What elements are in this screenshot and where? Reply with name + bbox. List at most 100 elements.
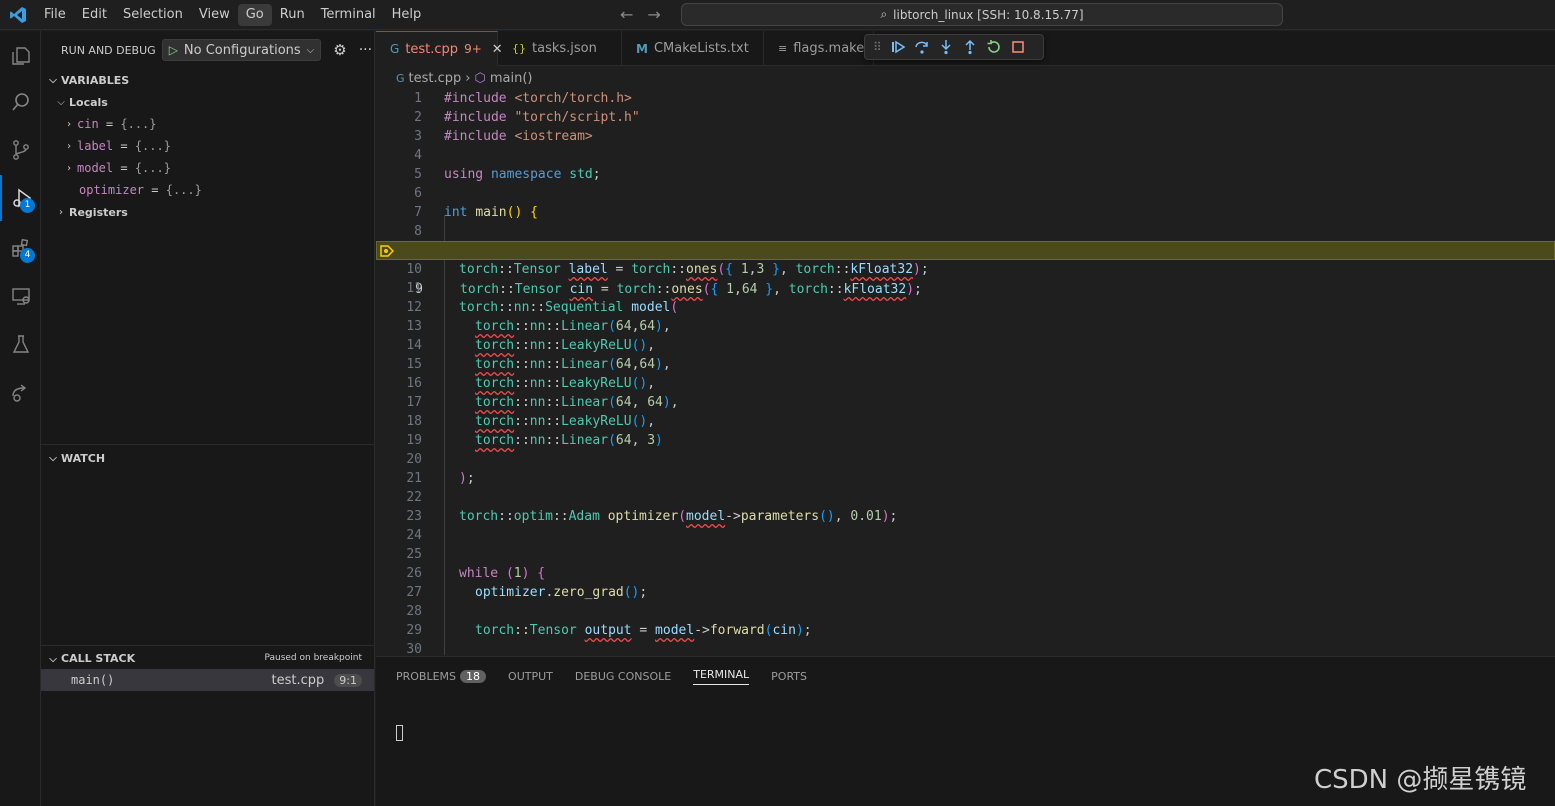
menu-go[interactable]: Go bbox=[237, 3, 272, 26]
json-icon: {} bbox=[512, 42, 526, 55]
chevron-down-icon: ⌵ bbox=[49, 653, 57, 665]
variable-row[interactable]: › cin = {...} bbox=[41, 113, 374, 135]
search-icon[interactable] bbox=[0, 79, 41, 125]
line-number: 23 bbox=[406, 509, 422, 524]
variable-row[interactable]: › label = {...} bbox=[41, 135, 374, 157]
line-code: ); bbox=[459, 471, 475, 486]
step-out-icon[interactable] bbox=[962, 39, 978, 55]
code-line: 10 torch::Tensor label = torch::ones({ 1,… bbox=[376, 260, 1555, 279]
live-share-icon[interactable] bbox=[0, 369, 41, 415]
line-number: 11 bbox=[406, 281, 422, 296]
search-icon: ⌕ bbox=[880, 7, 888, 21]
menu-bar: File Edit Selection View Go Run Terminal… bbox=[36, 0, 429, 30]
line-code: torch::Tensor output = model->forward(ci… bbox=[475, 623, 812, 638]
gear-icon[interactable]: ⚙ bbox=[333, 41, 346, 59]
variable-equals: = bbox=[113, 161, 135, 175]
chevron-down-icon: ⌵ bbox=[306, 44, 315, 56]
line-number: 3 bbox=[414, 129, 422, 144]
activity-bar: 1 4 bbox=[0, 31, 41, 806]
tab-tasks-json[interactable]: {} tasks.json bbox=[498, 31, 622, 66]
extensions-icon[interactable]: 4 bbox=[0, 225, 41, 271]
tab-label: test.cpp bbox=[405, 41, 459, 57]
line-code: torch::nn::Linear(64, 3) bbox=[475, 433, 663, 448]
line-number: 25 bbox=[406, 547, 422, 562]
terminal-cursor[interactable] bbox=[396, 725, 403, 741]
line-code: using namespace std; bbox=[444, 167, 601, 182]
run-debug-icon[interactable]: 1 bbox=[0, 175, 41, 221]
continue-icon[interactable] bbox=[890, 39, 906, 55]
variable-equals: = bbox=[98, 117, 121, 131]
vscode-logo-icon bbox=[0, 0, 36, 30]
code-line: 22 bbox=[376, 488, 1555, 507]
line-code: #include <torch/torch.h> bbox=[444, 91, 632, 106]
line-number: 7 bbox=[414, 205, 422, 220]
menu-help[interactable]: Help bbox=[384, 4, 430, 26]
more-actions-icon[interactable]: ··· bbox=[359, 42, 372, 58]
chevron-right-icon: › bbox=[59, 206, 63, 218]
cmake-icon: M bbox=[636, 41, 648, 56]
callstack-status: Paused on breakpoint bbox=[264, 653, 362, 663]
run-and-debug-sidebar: RUN AND DEBUG ▷ No Configurations ⌵ ⚙ ··… bbox=[41, 31, 375, 806]
menu-file[interactable]: File bbox=[36, 4, 74, 26]
breadcrumb-symbol[interactable]: main() bbox=[490, 71, 533, 86]
variable-row[interactable]: optimizer = {...} bbox=[41, 179, 374, 201]
restart-icon[interactable] bbox=[986, 39, 1002, 55]
stack-frame-position: 9:1 bbox=[334, 673, 362, 687]
explorer-icon[interactable] bbox=[0, 33, 41, 79]
back-arrow-icon[interactable]: ← bbox=[620, 5, 633, 24]
step-into-icon[interactable] bbox=[938, 39, 954, 55]
tab-test-cpp[interactable]: G test.cpp 9+ ✕ bbox=[376, 31, 503, 66]
menu-terminal[interactable]: Terminal bbox=[313, 4, 384, 26]
line-number: 22 bbox=[406, 490, 422, 505]
code-line: 15 torch::nn::Linear(64,64), bbox=[376, 355, 1555, 374]
code-editor[interactable]: 1 #include <torch/torch.h> 2 #include "tor… bbox=[376, 89, 1555, 655]
chevron-down-icon: ⌵ bbox=[49, 74, 57, 86]
code-line: 8 bbox=[376, 222, 1555, 241]
tab-output[interactable]: OUTPUT bbox=[508, 670, 553, 683]
breadcrumb-file[interactable]: test.cpp bbox=[409, 71, 462, 86]
command-center[interactable]: ⌕ libtorch_linux [SSH: 10.8.15.77] bbox=[681, 3, 1283, 26]
line-code: torch::optim::Adam optimizer(model->para… bbox=[459, 509, 898, 524]
step-over-icon[interactable] bbox=[914, 39, 930, 55]
tab-terminal[interactable]: TERMINAL bbox=[693, 668, 750, 685]
variables-section-header[interactable]: ⌵ VARIABLES bbox=[41, 69, 374, 91]
line-number: 6 bbox=[414, 186, 422, 201]
stack-frame-row[interactable]: main() test.cpp 9:1 bbox=[41, 669, 374, 691]
code-line: 23 torch::optim::Adam optimizer(model->pa… bbox=[376, 507, 1555, 526]
stack-frame-file: test.cpp bbox=[271, 672, 325, 688]
tab-cmakelists[interactable]: M CMakeLists.txt bbox=[622, 31, 764, 66]
file-lines-icon: ≡ bbox=[778, 42, 788, 55]
line-number: 13 bbox=[406, 319, 422, 334]
source-control-icon[interactable] bbox=[0, 127, 41, 173]
menu-view[interactable]: View bbox=[191, 4, 238, 26]
menu-run[interactable]: Run bbox=[272, 4, 313, 26]
code-line: 25 bbox=[376, 545, 1555, 564]
start-debugging-icon[interactable]: ▷ bbox=[169, 43, 178, 57]
breakpoint-arrow-icon[interactable] bbox=[380, 244, 394, 258]
tab-problems[interactable]: PROBLEMS 18 bbox=[396, 669, 487, 683]
chevron-right-icon: › bbox=[465, 70, 471, 86]
line-number: 29 bbox=[406, 623, 422, 638]
watch-section-header[interactable]: ⌵ WATCH bbox=[41, 447, 374, 469]
testing-flask-icon[interactable] bbox=[0, 321, 41, 367]
chevron-down-icon: ⌵ bbox=[49, 452, 57, 464]
drag-handle-icon[interactable]: ⠿ bbox=[873, 40, 882, 54]
tab-ports[interactable]: PORTS bbox=[771, 670, 807, 683]
forward-arrow-icon[interactable]: → bbox=[647, 5, 660, 24]
menu-edit[interactable]: Edit bbox=[74, 4, 115, 26]
registers-scope[interactable]: › Registers bbox=[41, 201, 374, 223]
variable-row[interactable]: › model = {...} bbox=[41, 157, 374, 179]
tab-flags-make[interactable]: ≡ flags.make bbox=[764, 31, 874, 66]
remote-explorer-icon[interactable] bbox=[0, 273, 41, 319]
menu-selection[interactable]: Selection bbox=[115, 4, 191, 26]
stop-icon[interactable] bbox=[1010, 39, 1026, 55]
tab-debug-console[interactable]: DEBUG CONSOLE bbox=[575, 670, 671, 683]
code-line: 19 torch::nn::Linear(64, 3) bbox=[376, 431, 1555, 450]
line-code: torch::nn::Linear(64,64), bbox=[475, 357, 671, 372]
line-number: 24 bbox=[406, 528, 422, 543]
locals-scope[interactable]: ⌵ Locals bbox=[41, 91, 374, 113]
callstack-section-header[interactable]: ⌵ CALL STACK Paused on breakpoint bbox=[41, 647, 374, 669]
variable-value: {...} bbox=[165, 183, 202, 197]
line-number: 14 bbox=[406, 338, 422, 353]
debug-configuration-select[interactable]: ▷ No Configurations ⌵ bbox=[161, 39, 322, 61]
